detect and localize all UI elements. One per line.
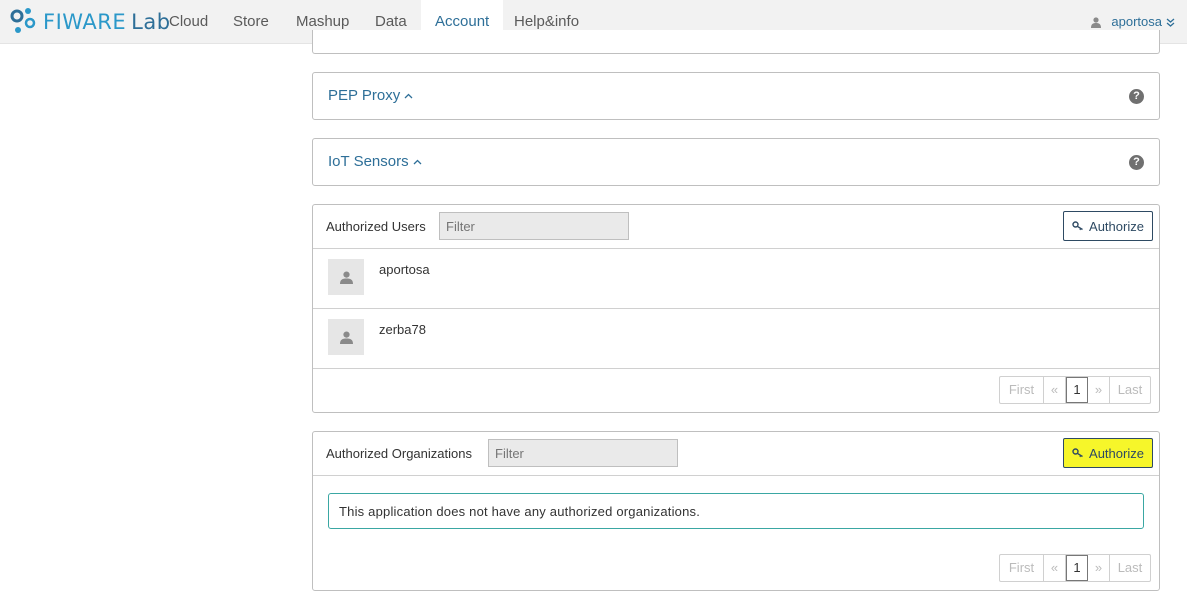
chevron-up-icon	[413, 159, 422, 164]
authorize-label: Authorize	[1089, 218, 1144, 234]
chevron-double-down-icon	[1166, 18, 1175, 27]
pep-proxy-section: PEP Proxy ?	[312, 72, 1160, 120]
pagination-current-page[interactable]: 1	[1066, 377, 1088, 403]
user-name: zerba78	[379, 322, 426, 337]
pagination-prev[interactable]: «	[1044, 555, 1066, 581]
key-icon	[1072, 221, 1083, 231]
authorize-label: Authorize	[1089, 445, 1144, 461]
authorize-users-button[interactable]: Authorize	[1063, 211, 1153, 241]
user-icon	[339, 271, 353, 284]
nav-cloud[interactable]: Cloud	[155, 0, 222, 44]
authorized-organizations-label: Authorized Organizations	[326, 446, 472, 461]
pagination-last[interactable]: Last	[1110, 377, 1150, 403]
authorize-organizations-button[interactable]: Authorize	[1063, 438, 1153, 468]
user-name: aportosa	[379, 262, 430, 277]
user-list-item[interactable]: aportosa	[313, 249, 1159, 309]
organizations-pagination: First « 1 » Last	[999, 554, 1151, 582]
pagination-first[interactable]: First	[1000, 555, 1044, 581]
pep-proxy-title: PEP Proxy	[328, 87, 401, 104]
pagination-current-page[interactable]: 1	[1066, 555, 1088, 581]
help-icon[interactable]: ?	[1129, 155, 1144, 170]
avatar	[328, 259, 364, 295]
authorized-users-panel: Authorized Users Authorize aportosa	[312, 204, 1160, 413]
pagination-next[interactable]: »	[1088, 377, 1110, 403]
users-filter-input[interactable]	[439, 212, 629, 240]
avatar	[328, 319, 364, 355]
user-icon	[1091, 16, 1102, 28]
pagination-last[interactable]: Last	[1110, 555, 1150, 581]
fiware-lab-logo[interactable]: FIWARE Lab	[8, 6, 171, 38]
iot-sensors-title: IoT Sensors	[328, 153, 409, 170]
pep-proxy-toggle[interactable]: PEP Proxy	[328, 87, 413, 104]
organizations-filter-input[interactable]	[488, 439, 678, 467]
pagination-first[interactable]: First	[1000, 377, 1044, 403]
user-icon	[339, 331, 353, 344]
key-icon	[1072, 448, 1083, 458]
iot-sensors-section: IoT Sensors ?	[312, 138, 1160, 186]
authorized-users-label: Authorized Users	[326, 219, 426, 234]
user-list-item[interactable]: zerba78	[313, 309, 1159, 369]
chevron-up-icon	[404, 93, 413, 98]
iot-sensors-toggle[interactable]: IoT Sensors	[328, 153, 422, 170]
fiware-logo-icon	[10, 8, 36, 33]
help-icon[interactable]: ?	[1129, 89, 1144, 104]
logo-text: FIWARE Lab	[43, 10, 171, 34]
pagination-next[interactable]: »	[1088, 555, 1110, 581]
authorized-organizations-panel: Authorized Organizations Authorize This …	[312, 431, 1160, 591]
nav-store[interactable]: Store	[219, 0, 283, 44]
pagination-prev[interactable]: «	[1044, 377, 1066, 403]
authorized-users-header: Authorized Users Authorize	[313, 205, 1159, 249]
previous-section-card	[312, 30, 1160, 54]
users-pagination: First « 1 » Last	[999, 376, 1151, 404]
empty-organizations-message: This application does not have any autho…	[328, 493, 1144, 529]
authorized-organizations-header: Authorized Organizations Authorize	[313, 432, 1159, 476]
